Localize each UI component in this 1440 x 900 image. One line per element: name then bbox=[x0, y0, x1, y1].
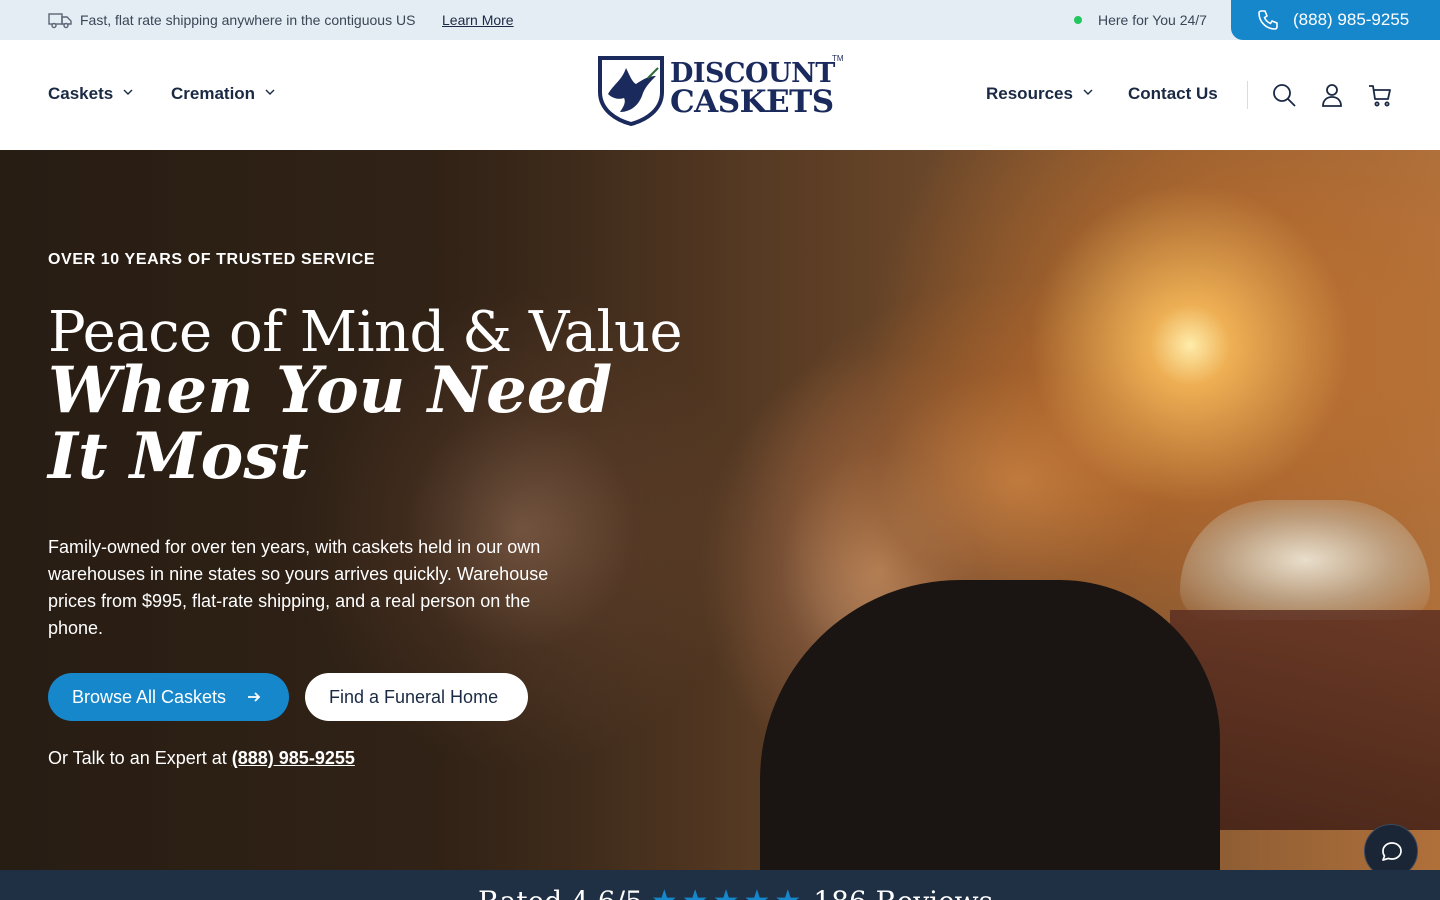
nav-resources-label: Resources bbox=[986, 84, 1073, 103]
phone-icon bbox=[1258, 10, 1278, 30]
nav-contact-label: Contact Us bbox=[1128, 84, 1218, 103]
expert-phone-link[interactable]: (888) 985-9255 bbox=[232, 748, 355, 768]
site-logo[interactable]: DISCOUNT CASKETS TM bbox=[596, 54, 846, 128]
search-icon[interactable] bbox=[1270, 81, 1298, 109]
phone-number: (888) 985-9255 bbox=[1293, 10, 1410, 29]
rating-strip: Rated 4.6/5 ★★★★★ 186 Reviews bbox=[0, 870, 1440, 900]
talk-to-expert: Or Talk to an Expert at (888) 985-9255 bbox=[48, 748, 355, 769]
learn-more-link[interactable]: Learn More bbox=[442, 12, 514, 28]
browse-caskets-button[interactable]: Browse All Caskets bbox=[48, 673, 289, 721]
header-divider bbox=[1247, 81, 1248, 109]
nav-caskets-label: Caskets bbox=[48, 84, 114, 103]
trademark-mark: TM bbox=[832, 54, 844, 63]
announcement-bar: Fast, flat rate shipping anywhere in the… bbox=[0, 0, 1440, 40]
nav-contact-us[interactable]: Contact Us bbox=[1128, 84, 1218, 104]
find-funeral-home-label: Find a Funeral Home bbox=[329, 687, 499, 707]
account-icon[interactable] bbox=[1318, 81, 1346, 109]
rating-stars-icon: ★★★★★ bbox=[651, 884, 805, 900]
review-count: 186 Reviews bbox=[813, 885, 993, 900]
hero-description: Family-owned for over ten years, with ca… bbox=[48, 537, 549, 638]
chevron-down-icon bbox=[1083, 89, 1093, 95]
rating-summary: Rated 4.6/5 ★★★★★ 186 Reviews bbox=[478, 884, 993, 900]
availability-text: Here for You 24/7 bbox=[1098, 12, 1207, 28]
nav-cremation[interactable]: Cremation bbox=[171, 84, 275, 104]
find-funeral-home-button[interactable]: Find a Funeral Home bbox=[305, 673, 528, 721]
hero-eyebrow: OVER 10 YEARS OF TRUSTED SERVICE bbox=[48, 251, 376, 268]
arrow-right-icon bbox=[248, 692, 261, 702]
chevron-down-icon bbox=[265, 89, 275, 95]
shipping-message: Fast, flat rate shipping anywhere in the… bbox=[80, 12, 416, 28]
hero-flowers-image bbox=[1180, 500, 1430, 620]
talk-prefix: Or Talk to an Expert at bbox=[48, 748, 232, 768]
chat-button[interactable] bbox=[1364, 824, 1418, 870]
hero-people-image bbox=[760, 580, 1220, 870]
browse-caskets-label: Browse All Caskets bbox=[72, 687, 227, 707]
rating-prefix: Rated 4.6/5 bbox=[478, 885, 643, 900]
hero-headline-script: When You Need It Most bbox=[48, 353, 613, 494]
cart-icon[interactable] bbox=[1366, 81, 1394, 109]
online-status-dot bbox=[1074, 16, 1082, 24]
dove-shield-icon bbox=[598, 56, 664, 126]
nav-caskets[interactable]: Caskets bbox=[48, 84, 133, 104]
chevron-down-icon bbox=[123, 89, 133, 95]
chat-bubble-icon bbox=[1382, 842, 1402, 861]
site-header: Caskets Cremation DISCOUNT CASKETS TM Re… bbox=[0, 40, 1440, 150]
logo-text-caskets: CASKETS bbox=[670, 84, 834, 120]
truck-icon bbox=[48, 13, 72, 29]
call-phone-button[interactable]: (888) 985-9255 bbox=[1231, 0, 1440, 40]
hero-section: OVER 10 YEARS OF TRUSTED SERVICE Peace o… bbox=[0, 150, 1440, 870]
nav-resources[interactable]: Resources bbox=[986, 84, 1093, 104]
nav-cremation-label: Cremation bbox=[171, 84, 256, 103]
